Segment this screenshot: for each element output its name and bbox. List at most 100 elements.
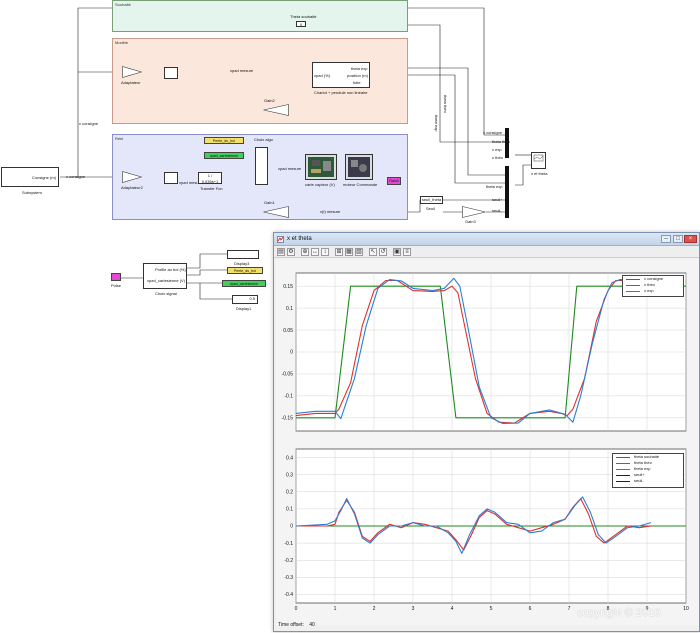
time-offset-value: 40 xyxy=(309,622,315,628)
moteur-commande-label: moteur Commande xyxy=(343,182,378,187)
bottom-legend: theta souhaité theta théo theta exp seui… xyxy=(612,453,684,488)
seuil-moins-label: seuil- xyxy=(492,208,502,213)
x-exp-mux-label: x exp xyxy=(492,147,502,152)
xpad-cart-port: xpad_cartesienne (V) xyxy=(147,278,186,283)
subsystem-label: Subsystem xyxy=(22,190,42,195)
theta-souhaite-block[interactable]: 0 xyxy=(296,21,306,27)
x-tick-label: 7 xyxy=(568,606,571,612)
y-tick-label: -0.1 xyxy=(284,541,293,547)
theta-mux-label: theta théo xyxy=(492,139,510,144)
subsystem-modele-title: Modèle xyxy=(115,40,129,45)
sum-block-real[interactable] xyxy=(164,172,178,184)
pente-du-bol-tag-2[interactable]: Pente_du_bol xyxy=(227,267,263,274)
sum-block-model[interactable] xyxy=(164,67,178,79)
pente-du-bol-tag[interactable]: Pente_du_bol xyxy=(204,137,244,144)
xpad-mesure-label: xpad mesure xyxy=(230,68,254,73)
scope-window[interactable]: x et theta – □ × ▤ ⚙ ⊕ ↔ ↕ ⊞ ▦ ▧ ↖ ↺ ▣ ≡… xyxy=(273,232,700,632)
scope-block[interactable] xyxy=(531,152,546,169)
transfer-fcn-block[interactable]: 1 / 0.035s+1 xyxy=(198,172,222,184)
profile-port: Profile au bol (%) xyxy=(155,267,186,272)
legend-text: seuil- xyxy=(634,478,644,483)
y-tick-label: 0 xyxy=(290,350,293,356)
xpad-cartesienne-tag-2[interactable]: xpad_cartesienne xyxy=(222,280,266,287)
y-tick-label: -0.1 xyxy=(284,394,293,400)
x-tick-label: 5 xyxy=(490,606,493,612)
gain3-label: Gain3 xyxy=(465,219,476,224)
choix-signal-block[interactable]: Profile au bol (%) xpad_cartesienne (V) xyxy=(143,263,187,289)
theta-exp-vertical: theta exp xyxy=(434,115,439,132)
time-offset-label: Time offset: xyxy=(278,622,304,628)
mux-lower xyxy=(505,166,509,218)
x-mesure-signal-label: xpad mesure xyxy=(278,166,302,171)
carte-capteur-label: carte capteur (V) xyxy=(305,182,335,187)
choix-algo-switch[interactable] xyxy=(255,147,268,185)
seuil-label: Seuil xyxy=(426,206,435,211)
y-tick-label: -0.2 xyxy=(284,558,293,564)
legend-swatch xyxy=(616,456,630,458)
goto-gain3-tag[interactable]: Gain3 xyxy=(387,177,401,185)
subsystem-reel-title: Réel xyxy=(115,136,124,141)
display3-block xyxy=(227,250,259,259)
y-tick-label: 0.2 xyxy=(286,489,293,495)
legend-entry-x-exp: x exp xyxy=(623,288,683,294)
theta-theo-vertical: theta théo xyxy=(443,95,448,113)
gain2-block[interactable] xyxy=(263,104,289,116)
transfer-fcn-label: Transfer Fcn xyxy=(200,186,223,191)
gain3-block[interactable] xyxy=(462,206,486,218)
gain2-label: Gain2 xyxy=(264,98,275,103)
y-tick-label: -0.15 xyxy=(282,416,294,422)
y-tick-label: 0.15 xyxy=(283,284,293,290)
theta-exp-port: theta exp xyxy=(351,66,368,71)
y-tick-label: -0.4 xyxy=(284,592,293,598)
x-tick-label: 1 xyxy=(334,606,337,612)
position-port: position (m) xyxy=(347,73,368,78)
legend-swatch xyxy=(616,474,630,476)
adaptateur-label: Adaptateur xyxy=(121,80,141,85)
legend-swatch xyxy=(616,480,630,482)
pulse-block[interactable] xyxy=(111,273,121,281)
y-tick-label: 0.3 xyxy=(286,472,293,478)
seuil-plus-label: seuil+ xyxy=(492,197,503,202)
chariot-pendule-label: Chariot + pendule non linéaire xyxy=(314,90,368,95)
adaptateur-gain[interactable] xyxy=(122,66,142,78)
subsystem-souhaite[interactable]: Souhaité xyxy=(112,0,408,32)
scope-icon xyxy=(533,154,544,162)
x-theo-mux-label: x théo xyxy=(492,155,503,160)
mode-in-port: xpad (%) xyxy=(314,73,331,78)
adaptateur2-gain[interactable] xyxy=(122,171,142,183)
y-tick-label: 0 xyxy=(290,524,293,530)
carte-capteur-block[interactable] xyxy=(305,154,337,180)
circuit-board-icon xyxy=(308,157,334,177)
x-consigne-mux-label: x consigne xyxy=(483,130,503,135)
x-consigne-line-label: x consigne xyxy=(79,121,99,126)
gain1-block[interactable] xyxy=(263,206,289,218)
top-legend: x consigne x théo x exp xyxy=(622,275,684,297)
time-offset: Time offset: 40 xyxy=(278,622,315,628)
subsystem-souhaite-title: Souhaité xyxy=(115,2,131,7)
x-tick-label: 2 xyxy=(373,606,376,612)
scope-label: x et theta xyxy=(531,171,548,176)
x-mesure-label: x(t) mesure xyxy=(320,209,341,214)
y-tick-label: 0.4 xyxy=(286,455,293,461)
x-tick-label: 6 xyxy=(529,606,532,612)
legend-text: x exp xyxy=(644,288,654,293)
display1-block: 0.5 xyxy=(232,295,258,304)
x-consigne-sub-label: x consigne xyxy=(66,174,86,179)
y-tick-label: 0.1 xyxy=(286,507,293,513)
x-tick-label: 4 xyxy=(451,606,454,612)
x-tick-label: 3 xyxy=(412,606,415,612)
legend-swatch xyxy=(616,468,630,470)
moteur-commande-block[interactable] xyxy=(345,154,373,180)
subsystem-block[interactable]: Consigne (m) xyxy=(1,167,59,187)
y-tick-label: 0.05 xyxy=(283,328,293,334)
adaptateur2-label: Adaptateur2 xyxy=(121,185,143,190)
chariot-pendule-block[interactable]: xpad (%) theta exp position (m) fuite xyxy=(312,62,370,88)
legend-swatch xyxy=(626,290,640,292)
xpad-cartesienne-tag[interactable]: xpad_cartesienne xyxy=(204,152,244,159)
display3-label: Display3 xyxy=(234,261,250,266)
seuil-theta-block[interactable]: seuil_theta xyxy=(420,196,443,204)
choix-signal-label: Choix signal xyxy=(155,291,177,296)
fuite-port: fuite xyxy=(353,80,361,85)
y-tick-label: -0.05 xyxy=(282,372,294,378)
theta-souhaite-label: Theta souhaité xyxy=(290,14,317,19)
